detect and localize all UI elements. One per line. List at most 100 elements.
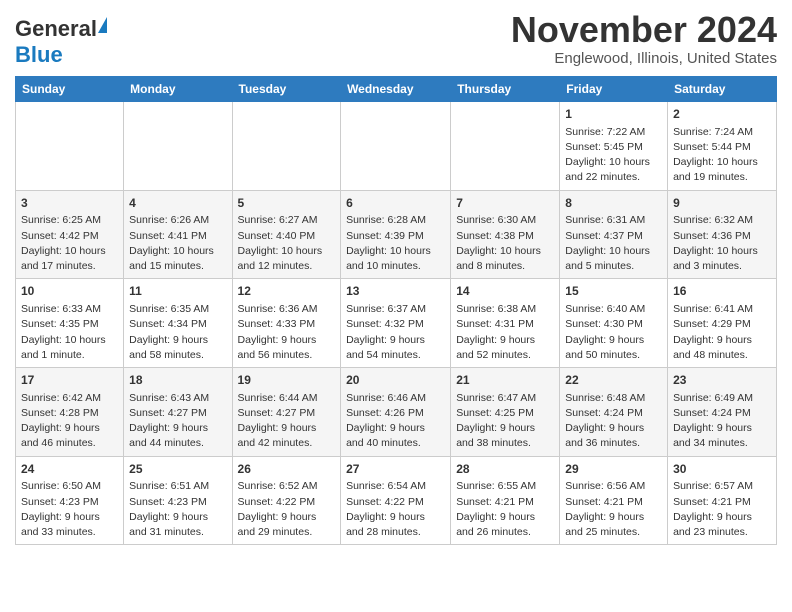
day-info: Sunrise: 6:51 AM Sunset: 4:23 PM Dayligh… <box>129 479 226 540</box>
day-info: Sunrise: 6:36 AM Sunset: 4:33 PM Dayligh… <box>238 302 336 363</box>
day-cell: 22 Sunrise: 6:48 AM Sunset: 4:24 PM Dayli… <box>560 368 668 457</box>
day-info: Sunrise: 6:41 AM Sunset: 4:29 PM Dayligh… <box>673 302 771 363</box>
day-number: 25 <box>129 461 226 478</box>
day-number: 8 <box>565 195 662 212</box>
logo-icon <box>98 17 107 33</box>
day-number: 24 <box>21 461 118 478</box>
day-cell: 7Sunrise: 6:30 AM Sunset: 4:38 PM Daylig… <box>451 190 560 279</box>
day-info: Sunrise: 6:30 AM Sunset: 4:38 PM Dayligh… <box>456 213 554 274</box>
day-number: 27 <box>346 461 445 478</box>
day-number: 28 <box>456 461 554 478</box>
day-number: 23 <box>673 372 771 389</box>
day-info: Sunrise: 6:28 AM Sunset: 4:39 PM Dayligh… <box>346 213 445 274</box>
day-info: Sunrise: 6:46 AM Sunset: 4:26 PM Dayligh… <box>346 391 445 452</box>
day-info: Sunrise: 7:24 AM Sunset: 5:44 PM Dayligh… <box>673 125 771 186</box>
day-info: Sunrise: 6:50 AM Sunset: 4:23 PM Dayligh… <box>21 479 118 540</box>
header-day-wednesday: Wednesday <box>341 77 451 102</box>
day-cell: 8Sunrise: 6:31 AM Sunset: 4:37 PM Daylig… <box>560 190 668 279</box>
day-cell: 27Sunrise: 6:54 AM Sunset: 4:22 PM Dayli… <box>341 456 451 545</box>
calendar-body: 1 Sunrise: 7:22 AM Sunset: 5:45 PM Daylig… <box>16 102 777 545</box>
calendar-header: SundayMondayTuesdayWednesdayThursdayFrid… <box>16 77 777 102</box>
calendar-subtitle: Englewood, Illinois, United States <box>511 50 777 67</box>
calendar-title: November 2024 <box>511 10 777 50</box>
day-info: Sunrise: 6:33 AM Sunset: 4:35 PM Dayligh… <box>21 302 118 363</box>
day-cell: 17 Sunrise: 6:42 AM Sunset: 4:28 PM Dayli… <box>16 368 124 457</box>
day-number: 12 <box>238 283 336 300</box>
day-cell: 28Sunrise: 6:55 AM Sunset: 4:21 PM Dayli… <box>451 456 560 545</box>
day-cell: 21Sunrise: 6:47 AM Sunset: 4:25 PM Dayli… <box>451 368 560 457</box>
day-cell <box>16 102 124 191</box>
day-cell: 9Sunrise: 6:32 AM Sunset: 4:36 PM Daylig… <box>668 190 777 279</box>
day-cell: 10Sunrise: 6:33 AM Sunset: 4:35 PM Dayli… <box>16 279 124 368</box>
day-info: Sunrise: 6:44 AM Sunset: 4:27 PM Dayligh… <box>238 391 336 452</box>
day-info: Sunrise: 6:55 AM Sunset: 4:21 PM Dayligh… <box>456 479 554 540</box>
day-number: 21 <box>456 372 554 389</box>
logo-blue-text: Blue <box>15 42 63 68</box>
day-info: Sunrise: 6:52 AM Sunset: 4:22 PM Dayligh… <box>238 479 336 540</box>
header-day-saturday: Saturday <box>668 77 777 102</box>
week-row-3: 10Sunrise: 6:33 AM Sunset: 4:35 PM Dayli… <box>16 279 777 368</box>
day-number: 19 <box>238 372 336 389</box>
day-info: Sunrise: 6:40 AM Sunset: 4:30 PM Dayligh… <box>565 302 662 363</box>
day-number: 22 <box>565 372 662 389</box>
day-cell: 11Sunrise: 6:35 AM Sunset: 4:34 PM Dayli… <box>124 279 232 368</box>
day-number: 29 <box>565 461 662 478</box>
day-cell: 1 Sunrise: 7:22 AM Sunset: 5:45 PM Daylig… <box>560 102 668 191</box>
day-number: 17 <box>21 372 118 389</box>
day-info: Sunrise: 7:22 AM Sunset: 5:45 PM Dayligh… <box>565 125 662 186</box>
logo-general-text: General <box>15 16 97 42</box>
day-info: Sunrise: 6:26 AM Sunset: 4:41 PM Dayligh… <box>129 213 226 274</box>
header-day-monday: Monday <box>124 77 232 102</box>
day-info: Sunrise: 6:38 AM Sunset: 4:31 PM Dayligh… <box>456 302 554 363</box>
week-row-2: 3Sunrise: 6:25 AM Sunset: 4:42 PM Daylig… <box>16 190 777 279</box>
day-cell: 18Sunrise: 6:43 AM Sunset: 4:27 PM Dayli… <box>124 368 232 457</box>
day-cell <box>451 102 560 191</box>
day-info: Sunrise: 6:27 AM Sunset: 4:40 PM Dayligh… <box>238 213 336 274</box>
week-row-4: 17 Sunrise: 6:42 AM Sunset: 4:28 PM Dayli… <box>16 368 777 457</box>
day-cell: 24Sunrise: 6:50 AM Sunset: 4:23 PM Dayli… <box>16 456 124 545</box>
day-cell: 5Sunrise: 6:27 AM Sunset: 4:40 PM Daylig… <box>232 190 341 279</box>
day-info: Sunrise: 6:48 AM Sunset: 4:24 PM Dayligh… <box>565 391 662 452</box>
day-cell: 25Sunrise: 6:51 AM Sunset: 4:23 PM Dayli… <box>124 456 232 545</box>
day-cell: 29Sunrise: 6:56 AM Sunset: 4:21 PM Dayli… <box>560 456 668 545</box>
day-cell: 3Sunrise: 6:25 AM Sunset: 4:42 PM Daylig… <box>16 190 124 279</box>
day-info: Sunrise: 6:42 AM Sunset: 4:28 PM Dayligh… <box>21 391 118 452</box>
day-cell <box>341 102 451 191</box>
title-area: November 2024 Englewood, Illinois, Unite… <box>511 10 777 67</box>
header-day-thursday: Thursday <box>451 77 560 102</box>
day-number: 9 <box>673 195 771 212</box>
header-row: SundayMondayTuesdayWednesdayThursdayFrid… <box>16 77 777 102</box>
day-number: 1 <box>565 106 662 123</box>
day-number: 6 <box>346 195 445 212</box>
logo: General Blue <box>15 10 107 68</box>
day-cell: 16 Sunrise: 6:41 AM Sunset: 4:29 PM Dayli… <box>668 279 777 368</box>
day-cell: 2 Sunrise: 7:24 AM Sunset: 5:44 PM Daylig… <box>668 102 777 191</box>
day-number: 15 <box>565 283 662 300</box>
day-number: 14 <box>456 283 554 300</box>
header: General Blue November 2024 Englewood, Il… <box>15 10 777 68</box>
day-info: Sunrise: 6:35 AM Sunset: 4:34 PM Dayligh… <box>129 302 226 363</box>
day-number: 26 <box>238 461 336 478</box>
day-info: Sunrise: 6:32 AM Sunset: 4:36 PM Dayligh… <box>673 213 771 274</box>
day-number: 20 <box>346 372 445 389</box>
day-number: 3 <box>21 195 118 212</box>
day-cell: 4Sunrise: 6:26 AM Sunset: 4:41 PM Daylig… <box>124 190 232 279</box>
day-info: Sunrise: 6:31 AM Sunset: 4:37 PM Dayligh… <box>565 213 662 274</box>
day-info: Sunrise: 6:49 AM Sunset: 4:24 PM Dayligh… <box>673 391 771 452</box>
day-cell: 15 Sunrise: 6:40 AM Sunset: 4:30 PM Dayli… <box>560 279 668 368</box>
day-info: Sunrise: 6:54 AM Sunset: 4:22 PM Dayligh… <box>346 479 445 540</box>
day-number: 4 <box>129 195 226 212</box>
day-cell: 19 Sunrise: 6:44 AM Sunset: 4:27 PM Dayli… <box>232 368 341 457</box>
day-cell: 13Sunrise: 6:37 AM Sunset: 4:32 PM Dayli… <box>341 279 451 368</box>
day-cell: 30Sunrise: 6:57 AM Sunset: 4:21 PM Dayli… <box>668 456 777 545</box>
day-number: 13 <box>346 283 445 300</box>
week-row-5: 24Sunrise: 6:50 AM Sunset: 4:23 PM Dayli… <box>16 456 777 545</box>
day-number: 16 <box>673 283 771 300</box>
day-info: Sunrise: 6:56 AM Sunset: 4:21 PM Dayligh… <box>565 479 662 540</box>
day-number: 7 <box>456 195 554 212</box>
day-info: Sunrise: 6:43 AM Sunset: 4:27 PM Dayligh… <box>129 391 226 452</box>
day-number: 2 <box>673 106 771 123</box>
day-cell: 12 Sunrise: 6:36 AM Sunset: 4:33 PM Dayli… <box>232 279 341 368</box>
day-cell <box>124 102 232 191</box>
day-cell <box>232 102 341 191</box>
